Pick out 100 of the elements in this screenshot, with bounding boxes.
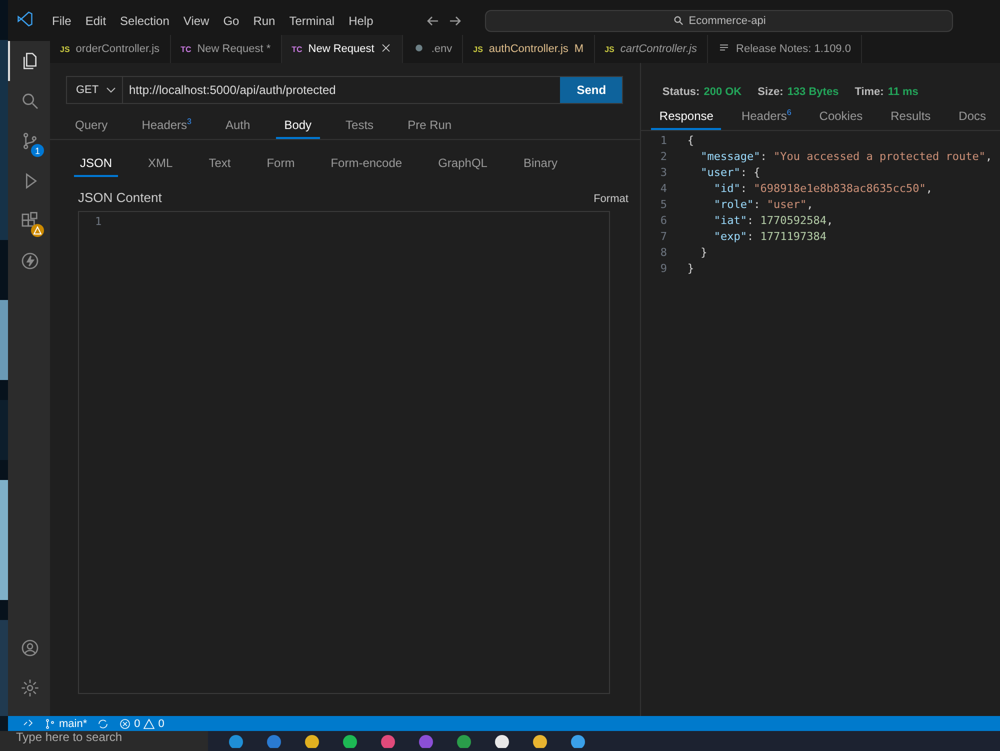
request-tab[interactable]: Query xyxy=(67,118,116,139)
branch-indicator[interactable]: main* xyxy=(44,718,88,730)
code-line: "iat": 1770592584, xyxy=(712,213,834,229)
response-tab[interactable]: Headers$^{6}$ xyxy=(733,108,800,130)
document-lines-icon xyxy=(718,42,730,54)
content-label: JSON Content xyxy=(78,190,162,205)
stat-value: 11 ms xyxy=(888,86,918,100)
body-type-tab[interactable]: GraphQL xyxy=(432,156,494,177)
menu-item[interactable]: Help xyxy=(342,14,380,28)
menu-item[interactable]: File xyxy=(46,14,78,28)
search-icon xyxy=(672,15,684,26)
branch-icon xyxy=(44,718,56,730)
tab-label: Release Notes: 1.109.0 xyxy=(736,43,851,55)
logo-icon xyxy=(16,10,34,28)
request-tab[interactable]: Tests xyxy=(338,118,382,139)
editor-tab[interactable]: JS cartController.js xyxy=(594,35,708,63)
taskbar-search[interactable]: Type here to search xyxy=(0,731,208,751)
line-number: 2 xyxy=(659,149,668,165)
body-type-tab[interactable]: Form xyxy=(260,156,301,177)
error-icon xyxy=(119,718,132,730)
menu-item[interactable]: Run xyxy=(247,14,282,28)
file-type-icon: TC xyxy=(292,44,302,54)
warning-icon xyxy=(143,718,156,730)
app-icon[interactable] xyxy=(494,734,510,748)
app-icon[interactable] xyxy=(570,734,586,748)
tab-label: New Request xyxy=(308,43,374,55)
body-type-tab[interactable]: XML xyxy=(142,156,179,177)
menu-item[interactable]: Go xyxy=(217,14,246,28)
stat-value: 133 Bytes xyxy=(787,86,839,100)
tab-label: orderController.js xyxy=(76,43,160,55)
code-line: "id": "698918e1e8b838ac8635cc50", xyxy=(712,181,932,197)
stat-label: Size: xyxy=(758,86,784,100)
file-type-icon: JS xyxy=(473,44,483,54)
chevron-down-icon xyxy=(106,87,116,93)
code-line: "exp": 1771197384 xyxy=(712,229,827,245)
tab-label: cartController.js xyxy=(620,43,698,55)
line-number: 9 xyxy=(659,261,668,277)
command-center[interactable]: Ecommerce-api xyxy=(485,10,954,32)
activity-item[interactable]: 1 xyxy=(8,121,50,161)
menu-item[interactable]: Terminal xyxy=(283,14,341,28)
app-icon[interactable] xyxy=(532,734,548,748)
code-line: "user": { xyxy=(700,165,760,181)
code-line: "message": "You accessed a protected route", xyxy=(700,149,992,165)
search-icon xyxy=(20,91,40,111)
request-tab[interactable]: Body xyxy=(276,118,320,139)
count-badge: 1 xyxy=(31,144,44,157)
code-line: } xyxy=(687,261,694,277)
back-icon[interactable] xyxy=(427,16,440,26)
code-line: "role": "user", xyxy=(712,197,814,213)
account-icon xyxy=(20,638,40,658)
request-tab[interactable]: Auth xyxy=(218,118,258,139)
response-tab[interactable]: Cookies xyxy=(811,109,871,130)
menu-item[interactable]: View xyxy=(177,14,216,28)
modified-mark: M xyxy=(574,43,584,55)
menu-item[interactable]: Selection xyxy=(114,14,176,28)
stat-label: Status: xyxy=(662,86,700,100)
close-icon xyxy=(380,42,392,54)
file-type-icon: TC xyxy=(180,44,192,54)
line-number: 4 xyxy=(659,181,668,197)
tab-label: authController.js xyxy=(488,43,568,55)
json-editor[interactable]: 1 xyxy=(78,211,610,694)
forward-icon[interactable] xyxy=(449,16,462,26)
body-type-tab[interactable]: Binary xyxy=(517,156,564,177)
app-icon[interactable] xyxy=(304,734,320,748)
line-number: 6 xyxy=(659,213,668,229)
send-button[interactable]: Send xyxy=(560,77,622,103)
line-number: 7 xyxy=(659,229,668,245)
body-type-tab[interactable]: Text xyxy=(202,156,237,177)
request-bar[interactable]: GET http://localhost:5000/api/auth/protected Send xyxy=(66,76,624,104)
request-tab[interactable]: Pre Run xyxy=(400,118,460,139)
editor-tab[interactable]: TC New Request * xyxy=(170,35,282,63)
body-type-tab[interactable]: JSON xyxy=(74,156,118,177)
code-line: } xyxy=(700,245,708,261)
code-line: { xyxy=(687,133,694,149)
line-number: 1 xyxy=(659,133,668,149)
workspace-name: Ecommerce-api xyxy=(688,14,766,26)
response-tab[interactable]: Response xyxy=(651,109,722,130)
request-tab[interactable]: Headers$^{3}$ xyxy=(134,117,200,139)
sync-icon xyxy=(97,718,110,730)
stat-label: Time: xyxy=(854,86,884,100)
warning-icon xyxy=(31,224,44,237)
problems-indicator[interactable]: 0 0 xyxy=(119,718,164,730)
editor-tab[interactable]: TC New Request xyxy=(282,35,404,63)
lightning-icon xyxy=(20,251,40,271)
tab-label: New Request * xyxy=(197,43,271,55)
line-number: 1 xyxy=(95,215,102,228)
settings-icon xyxy=(20,678,40,698)
line-number: 3 xyxy=(659,165,668,181)
response-tab[interactable]: Docs xyxy=(950,109,994,130)
file-type-icon: JS xyxy=(60,44,70,54)
menu-item[interactable]: Edit xyxy=(79,14,112,28)
body-type-tab[interactable]: Form-encode xyxy=(324,156,408,177)
format-link[interactable]: Format xyxy=(594,193,628,205)
line-number: 5 xyxy=(659,197,668,213)
stat-value: 200 OK xyxy=(704,86,742,100)
line-number: 8 xyxy=(659,245,668,261)
app-icon[interactable] xyxy=(342,734,358,748)
file-type-icon: JS xyxy=(604,44,614,54)
response-tab[interactable]: Results xyxy=(882,109,939,130)
tab-label: .env xyxy=(431,43,452,55)
